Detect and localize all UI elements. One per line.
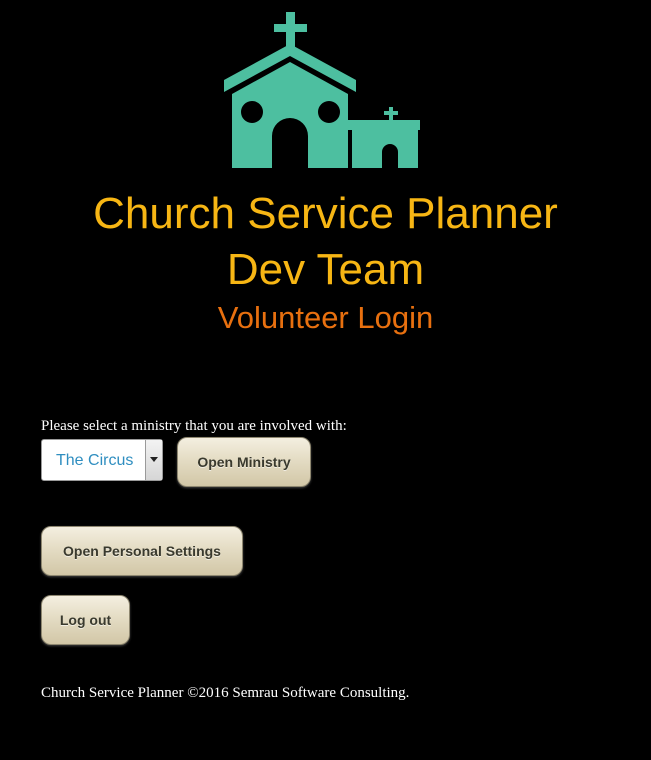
footer-copyright: Church Service Planner ©2016 Semrau Soft… xyxy=(41,685,410,701)
ministry-select[interactable]: The Circus xyxy=(41,439,163,481)
logout-button[interactable]: Log out xyxy=(41,595,130,645)
church-icon xyxy=(224,12,420,168)
ministry-select-value: The Circus xyxy=(56,452,134,469)
page-subtitle: Volunteer Login xyxy=(217,300,434,335)
ministry-prompt-label: Please select a ministry that you are in… xyxy=(41,418,347,434)
open-ministry-button[interactable]: Open Ministry xyxy=(177,437,311,487)
page-title-line2: Dev Team xyxy=(226,245,425,294)
open-personal-settings-button[interactable]: Open Personal Settings xyxy=(41,526,243,576)
chevron-down-icon[interactable] xyxy=(145,440,162,480)
page-title-line1: Church Service Planner xyxy=(93,189,558,238)
